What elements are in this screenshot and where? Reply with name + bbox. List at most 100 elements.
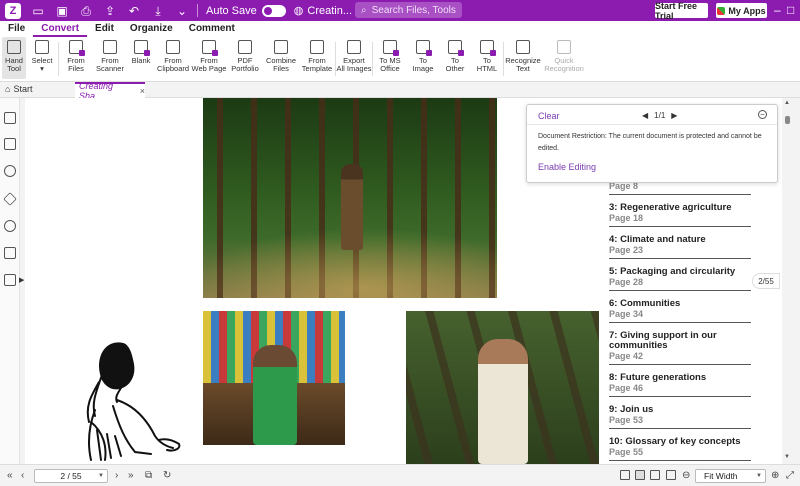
export-all-images-button[interactable]: Export All Images	[336, 37, 372, 79]
first-page-icon[interactable]: «	[7, 470, 13, 481]
quick-recognition-button[interactable]: Quick Recognition	[542, 37, 586, 79]
menu-organize[interactable]: Organize	[122, 21, 181, 37]
vertical-scrollbar[interactable]: ▲ ▼	[782, 98, 800, 464]
zoom-in-icon[interactable]: ⊕	[771, 470, 779, 481]
from-template-button[interactable]: From Template	[299, 37, 335, 79]
maximize-icon[interactable]: □	[787, 3, 794, 17]
toc-page: Page 46	[609, 383, 644, 393]
to-ms-office-button[interactable]: To MS Office	[373, 37, 407, 79]
next-icon[interactable]: ▶	[671, 111, 677, 120]
toc-item[interactable]: 3: Regenerative agriculture Page 18	[609, 200, 751, 227]
single-page-view-icon[interactable]	[620, 470, 630, 480]
clear-button[interactable]: Clear	[538, 111, 560, 121]
zoom-out-icon[interactable]: ⊖	[682, 470, 690, 481]
search-input[interactable]: ⌕ Search Files, Tools	[355, 2, 462, 18]
scroll-down-icon[interactable]: ▼	[784, 454, 790, 460]
open-folder-icon[interactable]: ▭	[31, 4, 45, 18]
farmer-figure	[478, 339, 528, 464]
globe-icon: ◍	[293, 5, 304, 17]
from-files-button[interactable]: From Files	[59, 37, 93, 79]
portfolio-icon	[238, 40, 252, 54]
combine-files-button[interactable]: Combine Files	[263, 37, 299, 79]
toc-item[interactable]: 8: Future generations Page 46	[609, 370, 751, 397]
previous-icon[interactable]: ◀	[642, 111, 648, 120]
menu-edit[interactable]: Edit	[87, 21, 122, 37]
minimize-icon[interactable]: –	[774, 3, 781, 17]
comments-icon[interactable]	[4, 165, 16, 177]
to-image-button[interactable]: To Image	[407, 37, 439, 79]
ocr-icon	[516, 40, 530, 54]
tab-start[interactable]: ⌂ Start	[5, 84, 32, 94]
restriction-navigator: ◀ 1/1 ▶	[642, 111, 677, 120]
fullscreen-icon[interactable]: ⤢	[786, 470, 794, 481]
menu-convert[interactable]: Convert	[33, 21, 88, 37]
toc-item[interactable]: 10: Glossary of key concepts Page 55	[609, 434, 751, 461]
chevron-down-icon[interactable]: ⌄	[175, 4, 189, 18]
continuous-view-icon[interactable]	[635, 470, 645, 480]
fit-page-icon[interactable]: ⧉	[145, 470, 152, 481]
zoom-level-select[interactable]: Fit Width ▼	[695, 469, 766, 483]
close-tab-icon[interactable]: ×	[140, 86, 145, 96]
woman-walking-figure	[341, 164, 363, 250]
woman-sketch-illustration	[86, 342, 181, 461]
tools-panel-icon[interactable]	[4, 274, 16, 286]
two-page-view-icon[interactable]	[650, 470, 660, 480]
select-button[interactable]: Select ▾	[26, 37, 58, 79]
from-scanner-button[interactable]: From Scanner	[93, 37, 127, 79]
page-number-input[interactable]: 2 / 55 ▼	[34, 469, 108, 483]
enable-editing-link[interactable]: Enable Editing	[538, 162, 596, 172]
search-icon: ⌕	[361, 4, 367, 16]
scroll-up-icon[interactable]: ▲	[784, 100, 790, 106]
from-web-page-button[interactable]: From Web Page	[191, 37, 227, 79]
toc-item[interactable]: 6: Communities Page 34	[609, 296, 751, 323]
menu-file[interactable]: File	[0, 21, 33, 37]
recognize-text-button[interactable]: Recognize Text	[504, 37, 542, 79]
from-clipboard-label: From Clipboard	[156, 56, 190, 73]
toc-page: Page 28	[609, 277, 644, 287]
menu-comment[interactable]: Comment	[181, 21, 243, 37]
undo-icon[interactable]: ↶	[127, 4, 141, 18]
hand-tool-label: Hand Tool	[5, 56, 23, 73]
start-free-trial-button[interactable]: Start Free Trial	[655, 1, 708, 21]
chevron-down-icon[interactable]: ▼	[98, 473, 104, 479]
signature-panel-icon[interactable]	[4, 247, 16, 259]
menu-bar: File Convert Edit Organize Comment	[0, 21, 800, 37]
to-html-button[interactable]: To HTML	[471, 37, 503, 79]
share-icon[interactable]: ⇪	[103, 4, 117, 18]
my-apps-button[interactable]: My Apps	[716, 3, 767, 18]
blank-label: Blank	[131, 56, 151, 65]
layers-icon[interactable]	[3, 192, 17, 206]
attachment-icon[interactable]	[4, 220, 16, 232]
html-icon	[480, 40, 496, 56]
scrollbar-thumb[interactable]	[785, 116, 790, 124]
last-page-icon[interactable]: »	[128, 470, 134, 481]
autosave-toggle[interactable]	[261, 4, 286, 17]
apps-icon	[717, 6, 726, 15]
blank-button[interactable]: Blank	[127, 37, 155, 79]
two-page-continuous-icon[interactable]	[666, 470, 676, 480]
next-page-icon[interactable]: ›	[115, 470, 118, 481]
expand-panel-icon[interactable]: ▶	[19, 276, 24, 284]
chevron-down-icon[interactable]: ▼	[756, 473, 762, 479]
print-icon[interactable]: ⎙	[79, 4, 93, 18]
hand-tool-button[interactable]: Hand Tool	[2, 37, 26, 79]
pdf-portfolio-button[interactable]: PDF Portfolio	[227, 37, 263, 79]
toc-title: 4: Climate and nature	[609, 234, 706, 245]
toc-item[interactable]: 7: Giving support in our communities Pag…	[609, 328, 751, 365]
collapse-panel-icon[interactable]: –	[758, 110, 767, 119]
toc-item[interactable]: 9: Join us Page 53	[609, 402, 751, 429]
download-icon[interactable]: ⤓	[151, 4, 165, 18]
toc-item[interactable]: 4: Climate and nature Page 23	[609, 232, 751, 259]
other-format-icon	[448, 40, 464, 56]
toc-item[interactable]: 5: Packaging and circularity Page 28	[609, 264, 751, 291]
from-clipboard-button[interactable]: From Clipboard	[155, 37, 191, 79]
rotate-icon[interactable]: ↻	[163, 470, 171, 481]
bookmark-icon[interactable]	[4, 112, 16, 124]
tab-document[interactable]: Creating Sha... ×	[75, 81, 145, 101]
previous-page-icon[interactable]: ‹	[21, 470, 24, 481]
save-icon[interactable]: ▣	[55, 4, 69, 18]
toc-title: 7: Giving support in our communities	[609, 330, 717, 351]
to-other-button[interactable]: To Other	[439, 37, 471, 79]
pages-icon[interactable]	[4, 138, 16, 150]
floating-page-indicator[interactable]: 2/55	[752, 273, 780, 289]
